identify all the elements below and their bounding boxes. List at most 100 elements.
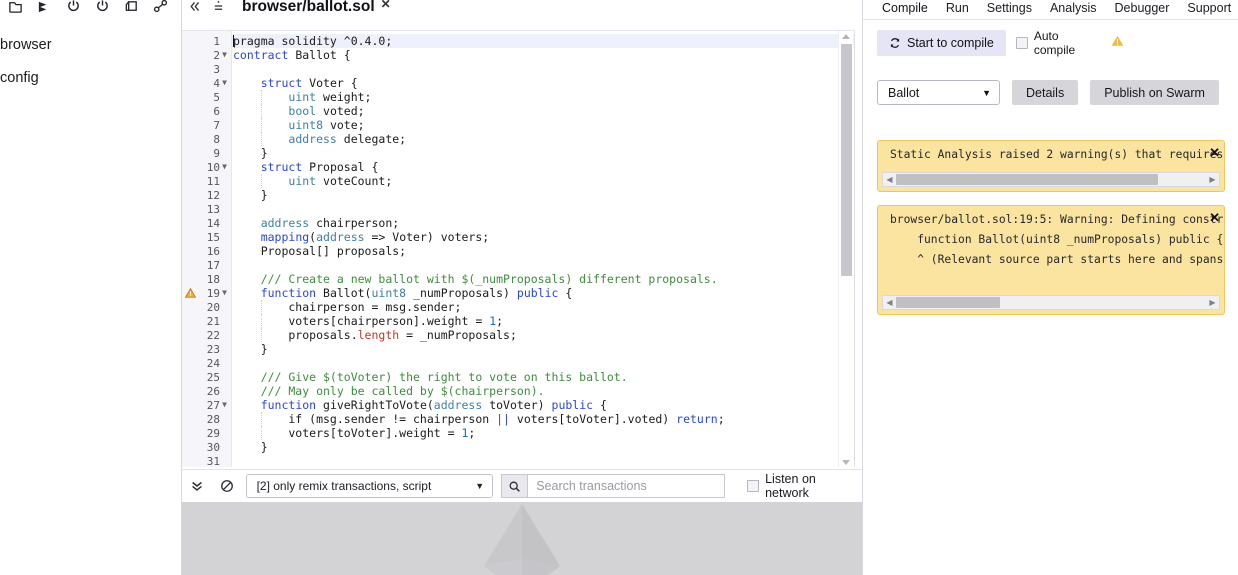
fold-toggle-icon[interactable]: ▼ [220, 76, 229, 90]
indent-guide [260, 174, 262, 188]
line-number: 19 [206, 286, 220, 300]
no-entry-icon[interactable] [216, 475, 238, 497]
editor-line-numbers: 1 2 ▼ 3 4 ▼ 5 6 7 8 9 10 ▼ 11 12 13 14 15 16 17 18 19 ▼ 20 21 22 2… [182, 34, 232, 467]
code-line[interactable]: voters[chairperson].weight = 1; [232, 314, 854, 328]
editor-scrollbar-thumb[interactable] [841, 44, 852, 276]
code-line[interactable]: if (msg.sender != chairperson || voters[… [232, 412, 854, 426]
fold-toggle-icon[interactable]: ▼ [220, 398, 229, 412]
code-token: } [233, 146, 268, 160]
code-line[interactable]: } [232, 188, 854, 202]
start-to-compile-button[interactable]: Start to compile [877, 30, 1006, 56]
close-icon[interactable]: ✕ [1209, 146, 1220, 159]
file-tree-item-browser[interactable]: browser [0, 28, 182, 61]
code-line[interactable]: function giveRightToVote(address toVoter… [232, 398, 854, 412]
code-line[interactable]: address delegate; [232, 132, 854, 146]
search-icon[interactable] [501, 474, 528, 498]
code-line[interactable]: struct Voter { [232, 76, 854, 90]
listen-on-network-control[interactable]: Listen on network [747, 472, 862, 500]
code-line[interactable]: chairperson = msg.sender; [232, 300, 854, 314]
line-number: 13 [206, 202, 220, 216]
code-line[interactable]: } [232, 342, 854, 356]
code-line[interactable] [232, 202, 854, 216]
connect-localhost-icon[interactable] [147, 0, 174, 16]
code-line[interactable]: proposals.length = _numProposals; [232, 328, 854, 342]
code-token: uint [288, 90, 317, 104]
code-line[interactable]: /// Create a new ballot with $(_numPropo… [232, 272, 854, 286]
code-line[interactable]: struct Proposal { [232, 160, 854, 174]
code-editor[interactable]: 1 2 ▼ 3 4 ▼ 5 6 7 8 9 10 ▼ 11 12 13 14 15 16 17 18 19 ▼ 20 21 22 2… [182, 30, 855, 467]
search-input[interactable] [527, 474, 726, 498]
listen-on-network-checkbox[interactable] [747, 480, 760, 492]
details-button[interactable]: Details [1012, 80, 1079, 105]
warning-triangle-icon[interactable] [1110, 34, 1125, 53]
code-line[interactable]: pragma solidity ^0.4.0; [232, 34, 854, 48]
warning-scrollbar-thumb[interactable] [896, 174, 1159, 185]
code-token: function [260, 286, 317, 300]
scroll-down-arrow-icon[interactable] [842, 460, 850, 465]
code-line[interactable]: uint weight; [232, 90, 854, 104]
editor-code-content[interactable]: pragma solidity ^0.4.0; contract Ballot {… [232, 34, 854, 467]
warning-horizontal-scrollbar[interactable]: ◀ ▶ [882, 172, 1220, 187]
code-line[interactable]: Proposal[] proposals; [232, 244, 854, 258]
browse-files-icon[interactable] [2, 0, 29, 16]
code-line[interactable]: } [232, 440, 854, 454]
toggle-editor-icon[interactable] [206, 0, 230, 16]
scroll-right-arrow-icon[interactable]: ▶ [1206, 296, 1219, 309]
contract-select[interactable]: Ballot ▼ [877, 80, 1000, 105]
code-line[interactable]: uint voteCount; [232, 174, 854, 188]
tab-analysis[interactable]: Analysis [1041, 0, 1106, 17]
scroll-left-arrow-icon[interactable]: ◀ [883, 173, 896, 186]
close-icon[interactable]: ✕ [1209, 211, 1220, 224]
scroll-right-arrow-icon[interactable]: ▶ [1206, 173, 1219, 186]
code-line[interactable] [232, 62, 854, 76]
fold-toggle-icon[interactable]: ▼ [220, 160, 229, 174]
editor-vertical-scrollbar[interactable] [838, 31, 853, 467]
code-line[interactable]: address chairperson; [232, 216, 854, 230]
code-line[interactable]: mapping(address => Voter) voters; [232, 230, 854, 244]
transaction-filter-select[interactable]: [2] only remix transactions, script ▼ [245, 474, 494, 498]
line-warning-icon[interactable] [184, 286, 197, 300]
scroll-left-arrow-icon[interactable]: ◀ [883, 296, 896, 309]
auto-compile-checkbox[interactable] [1015, 37, 1028, 49]
auto-compile-control[interactable]: Auto compile [1015, 29, 1086, 57]
publish-on-swarm-button[interactable]: Publish on Swarm [1090, 80, 1219, 105]
code-line[interactable]: bool voted; [232, 104, 854, 118]
terminal-output-panel[interactable] [182, 502, 862, 575]
tab-run[interactable]: Run [937, 0, 978, 17]
code-line[interactable]: /// May only be called by $(chairperson)… [232, 384, 854, 398]
code-line[interactable]: } [232, 146, 854, 160]
gutter-line: 15 [182, 230, 232, 244]
tab-compile[interactable]: Compile [873, 0, 937, 17]
fold-toggle-icon[interactable]: ▼ [220, 48, 229, 62]
code-line[interactable]: uint8 vote; [232, 118, 854, 132]
file-tree-item-config[interactable]: config [0, 61, 182, 94]
warning-scrollbar-thumb[interactable] [896, 297, 1001, 308]
tab-support[interactable]: Support [1178, 0, 1238, 17]
code-line[interactable]: /// Give $(toVoter) the right to vote on… [232, 370, 854, 384]
compiler-warning[interactable]: browser/ballot.sol:19:5: Warning: Defini… [877, 205, 1225, 315]
chevron-double-down-icon[interactable] [186, 475, 208, 497]
editor-tab-close-icon[interactable]: ✕ [381, 0, 391, 11]
copy-gist-icon[interactable] [60, 0, 87, 16]
copy-files-icon[interactable] [89, 0, 116, 16]
scroll-up-arrow-icon[interactable] [842, 34, 850, 39]
warning-horizontal-scrollbar[interactable]: ◀ ▶ [882, 295, 1220, 310]
new-file-icon[interactable] [118, 0, 145, 16]
tab-debugger[interactable]: Debugger [1106, 0, 1179, 17]
line-number: 21 [206, 314, 220, 328]
code-line[interactable]: contract Ballot { [232, 48, 854, 62]
publish-gist-icon[interactable] [31, 0, 58, 16]
code-line[interactable] [232, 356, 854, 370]
code-line[interactable]: voters[toVoter].weight = 1; [232, 426, 854, 440]
code-line[interactable] [232, 258, 854, 272]
tab-settings[interactable]: Settings [978, 0, 1041, 17]
fold-toggle-icon[interactable]: ▼ [220, 286, 229, 300]
editor-tab-ballot-sol[interactable]: browser/ballot.sol ✕ [230, 0, 401, 16]
collapse-panel-icon[interactable] [182, 0, 206, 16]
code-line[interactable]: function Ballot(uint8 _numProposals) pub… [232, 286, 854, 300]
static-analysis-warning[interactable]: Static Analysis raised 2 warning(s) that… [877, 140, 1225, 192]
text-cursor [233, 35, 234, 47]
code-line[interactable] [232, 454, 854, 467]
